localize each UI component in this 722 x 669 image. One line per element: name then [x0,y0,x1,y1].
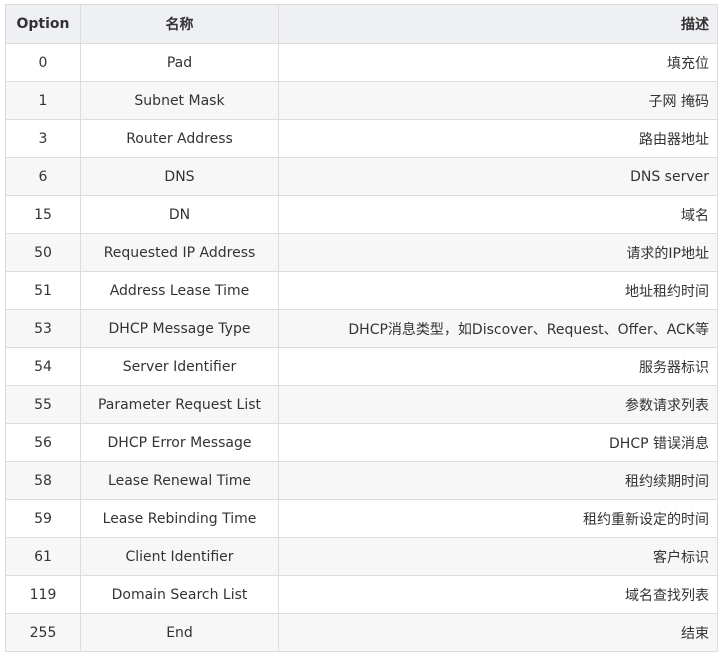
cell-description: 地址租约时间 [278,271,718,310]
cell-description: 客户标识 [278,537,718,576]
table-row: 51 Address Lease Time 地址租约时间 [5,271,718,310]
dhcp-options-table: Option 名称 描述 0 Pad 填充位 1 Subnet Mask 子网 掩码 3 Ro… [5,4,718,652]
cell-name: Router Address [80,119,279,158]
cell-name: Subnet Mask [80,81,279,120]
cell-option: 50 [5,233,81,272]
cell-name: Requested IP Address [80,233,279,272]
cell-option: 0 [5,43,81,82]
cell-name: Domain Search List [80,575,279,614]
cell-option: 51 [5,271,81,310]
table-row: 15 DN 域名 [5,195,718,234]
header-row: Option 名称 描述 [5,4,718,44]
cell-option: 59 [5,499,81,538]
cell-option: 58 [5,461,81,500]
cell-option: 1 [5,81,81,120]
cell-option: 119 [5,575,81,614]
header-option: Option [5,4,81,44]
cell-name: Address Lease Time [80,271,279,310]
table-header: Option 名称 描述 [5,4,718,44]
cell-option: 61 [5,537,81,576]
cell-name: DHCP Error Message [80,423,279,462]
cell-name: Parameter Request List [80,385,279,424]
cell-name: DNS [80,157,279,196]
cell-option: 55 [5,385,81,424]
table-row: 50 Requested IP Address 请求的IP地址 [5,233,718,272]
table-row: 55 Parameter Request List 参数请求列表 [5,385,718,424]
cell-name: DN [80,195,279,234]
cell-description: DHCP消息类型，如Discover、Request、Offer、ACK等 [278,309,718,348]
table-row: 58 Lease Renewal Time 租约续期时间 [5,461,718,500]
table-row: 53 DHCP Message Type DHCP消息类型，如Discover、Re… [5,309,718,348]
cell-description: 请求的IP地址 [278,233,718,272]
cell-description: DNS server [278,157,718,196]
table-row: 54 Server Identifier 服务器标识 [5,347,718,386]
cell-description: 租约续期时间 [278,461,718,500]
dhcp-options-table-container: Option 名称 描述 0 Pad 填充位 1 Subnet Mask 子网 掩码 3 Ro… [5,4,718,652]
cell-description: 填充位 [278,43,718,82]
table-row: 3 Router Address 路由器地址 [5,119,718,158]
cell-option: 15 [5,195,81,234]
table-body: 0 Pad 填充位 1 Subnet Mask 子网 掩码 3 Router Address 路… [5,43,718,652]
cell-option: 6 [5,157,81,196]
cell-description: 路由器地址 [278,119,718,158]
cell-option: 53 [5,309,81,348]
cell-name: DHCP Message Type [80,309,279,348]
table-row: 119 Domain Search List 域名查找列表 [5,575,718,614]
cell-description: 域名查找列表 [278,575,718,614]
cell-name: Pad [80,43,279,82]
table-row: 61 Client Identifier 客户标识 [5,537,718,576]
header-name: 名称 [80,4,279,44]
table-row: 0 Pad 填充位 [5,43,718,82]
cell-option: 54 [5,347,81,386]
cell-name: Lease Renewal Time [80,461,279,500]
cell-description: 服务器标识 [278,347,718,386]
table-row: 6 DNS DNS server [5,157,718,196]
cell-name: Client Identifier [80,537,279,576]
header-description: 描述 [278,4,718,44]
cell-name: Lease Rebinding Time [80,499,279,538]
cell-description: 子网 掩码 [278,81,718,120]
cell-description: 域名 [278,195,718,234]
table-row: 1 Subnet Mask 子网 掩码 [5,81,718,120]
cell-description: 结束 [278,613,718,652]
cell-name: Server Identifier [80,347,279,386]
cell-description: DHCP 错误消息 [278,423,718,462]
cell-description: 租约重新设定的时间 [278,499,718,538]
cell-name: End [80,613,279,652]
table-row: 59 Lease Rebinding Time 租约重新设定的时间 [5,499,718,538]
table-row: 56 DHCP Error Message DHCP 错误消息 [5,423,718,462]
cell-option: 56 [5,423,81,462]
cell-option: 255 [5,613,81,652]
table-row: 255 End 结束 [5,613,718,652]
cell-option: 3 [5,119,81,158]
cell-description: 参数请求列表 [278,385,718,424]
